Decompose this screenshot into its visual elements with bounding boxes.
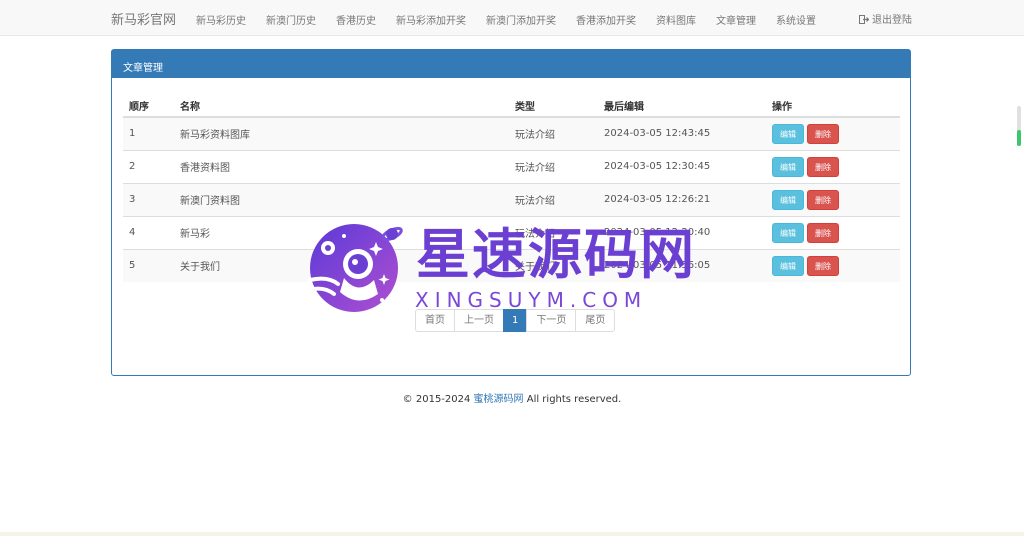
- logout-label: 退出登陆: [872, 15, 912, 26]
- row-actions: 编辑 删除: [766, 215, 900, 249]
- row-type: 玩法介绍: [509, 182, 598, 216]
- footer-site-link[interactable]: 蜜桃源码网: [474, 394, 524, 405]
- nav-item-xinaomen-history[interactable]: 新澳门历史: [266, 12, 316, 27]
- footer: © 2015-2024 蜜桃源码网 All rights reserved.: [0, 390, 1024, 405]
- nav-item-hongkong-add-draw[interactable]: 香港添加开奖: [576, 12, 636, 27]
- row-updated: 2024-03-05 12:26:21: [598, 182, 766, 216]
- nav-item-hongkong-history[interactable]: 香港历史: [336, 12, 376, 27]
- delete-button[interactable]: 删除: [807, 123, 839, 144]
- row-updated: 2024-03-05 12:30:45: [598, 149, 766, 183]
- watermark-subtitle: XINGSUYM.COM: [415, 288, 648, 312]
- row-index: 4: [123, 215, 174, 249]
- table-row: 1 新马彩资料图库 玩法介绍 2024-03-05 12:43:45 编辑 删除: [123, 116, 900, 150]
- delete-button[interactable]: 删除: [807, 156, 839, 177]
- row-actions: 编辑 删除: [766, 248, 900, 282]
- watermark-title: 星速源码网: [416, 223, 696, 286]
- row-actions: 编辑 删除: [766, 149, 900, 183]
- page-bottom-edge: [0, 532, 1024, 536]
- logout-icon: [859, 15, 869, 24]
- row-type: 玩法介绍: [509, 149, 598, 183]
- edit-button[interactable]: 编辑: [772, 222, 804, 243]
- top-navbar: 新马彩官网 新马彩历史 新澳门历史 香港历史 新马彩添加开奖 新澳门添加开奖 香…: [0, 0, 1024, 36]
- edit-button[interactable]: 编辑: [772, 123, 804, 144]
- nav-item-xinmacai-add-draw[interactable]: 新马彩添加开奖: [396, 12, 466, 27]
- table-header-row: 顺序 名称 类型 最后编辑 操作: [123, 94, 900, 118]
- delete-button[interactable]: 删除: [807, 255, 839, 276]
- brand-link[interactable]: 新马彩官网: [111, 9, 176, 28]
- row-index: 5: [123, 248, 174, 282]
- column-header-actions: 操作: [766, 94, 900, 118]
- row-updated: 2024-03-05 12:43:45: [598, 116, 766, 150]
- logout-link[interactable]: 退出登陆: [859, 11, 912, 26]
- row-actions: 编辑 删除: [766, 182, 900, 216]
- delete-button[interactable]: 删除: [807, 222, 839, 243]
- row-name: 新马彩资料图库: [174, 116, 509, 150]
- watermark: 星速源码网 XINGSUYM.COM: [304, 222, 724, 314]
- nav-item-xinaomen-add-draw[interactable]: 新澳门添加开奖: [486, 12, 556, 27]
- footer-rights: All rights reserved.: [523, 394, 622, 405]
- table-row: 3 新澳门资料图 玩法介绍 2024-03-05 12:26:21 编辑 删除: [123, 182, 900, 216]
- column-header-name: 名称: [174, 94, 509, 118]
- row-type: 玩法介绍: [509, 116, 598, 150]
- edit-button[interactable]: 编辑: [772, 255, 804, 276]
- row-name: 新澳门资料图: [174, 182, 509, 216]
- nav-item-xinmacai-history[interactable]: 新马彩历史: [196, 12, 246, 27]
- panel-title: 文章管理: [112, 50, 910, 78]
- edit-button[interactable]: 编辑: [772, 156, 804, 177]
- row-actions: 编辑 删除: [766, 116, 900, 150]
- row-index: 3: [123, 182, 174, 216]
- table-row: 2 香港资料图 玩法介绍 2024-03-05 12:30:45 编辑 删除: [123, 149, 900, 183]
- footer-copyright: © 2015-2024: [402, 394, 474, 405]
- scroll-indicator[interactable]: [1017, 106, 1021, 146]
- nav-item-article-management[interactable]: 文章管理: [716, 12, 756, 27]
- article-panel: 文章管理 顺序 名称 类型 最后编辑 操作 1 新马彩资料图库 玩法介绍 202…: [111, 49, 911, 376]
- edit-button[interactable]: 编辑: [772, 189, 804, 210]
- row-index: 2: [123, 149, 174, 183]
- astronaut-planet-logo: [306, 224, 403, 312]
- nav-item-system-settings[interactable]: 系统设置: [776, 12, 816, 27]
- delete-button[interactable]: 删除: [807, 189, 839, 210]
- nav-item-image-library[interactable]: 资料图库: [656, 12, 696, 27]
- column-header-updated: 最后编辑: [598, 94, 766, 118]
- column-header-index: 顺序: [123, 94, 174, 118]
- row-name: 香港资料图: [174, 149, 509, 183]
- row-index: 1: [123, 116, 174, 150]
- column-header-type: 类型: [509, 94, 598, 118]
